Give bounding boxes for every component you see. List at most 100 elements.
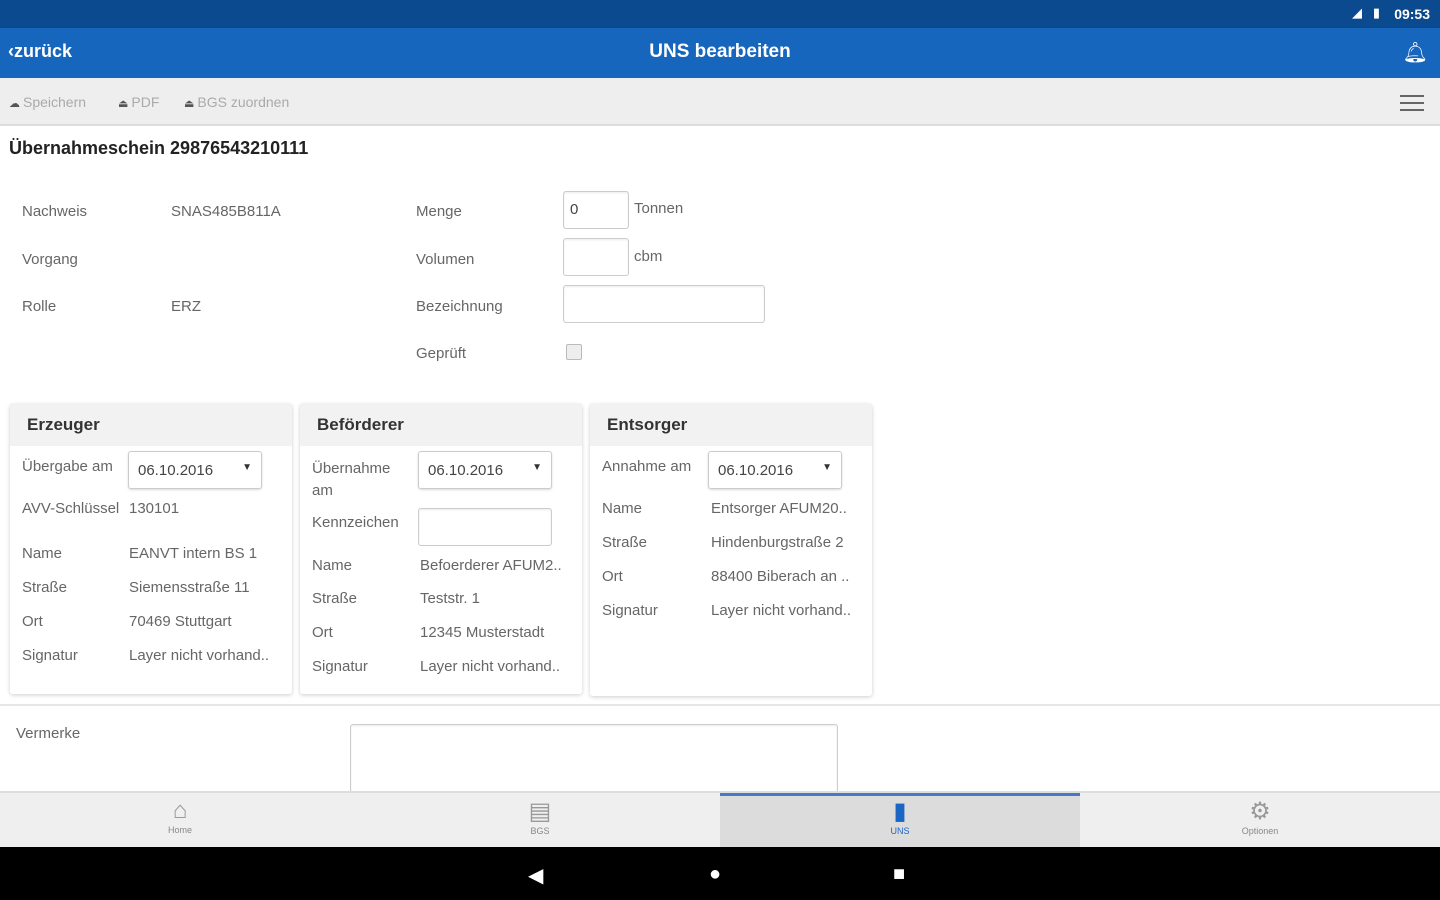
strasse-label: Straße (22, 579, 68, 596)
home-circle-icon[interactable]: ● (709, 863, 721, 886)
gear-icon: ⚙ (1249, 798, 1271, 825)
clock: 09:53 (1394, 6, 1430, 22)
ort-value: 70469 Stuttgart (129, 613, 232, 630)
caret-down-icon: ▼ (532, 462, 542, 473)
signatur-label: Signatur (312, 658, 368, 675)
bgs-assign-button[interactable]: ⏏ BGS zuordnen (184, 94, 289, 110)
strasse-value: Teststr. 1 (420, 590, 481, 607)
bell-icon[interactable]: 🔔︎ (1403, 40, 1428, 65)
pdf-label: PDF (131, 94, 160, 110)
tab-bgs[interactable]: ▤ BGS (360, 793, 720, 849)
menge-input[interactable]: 0 (563, 191, 629, 229)
date-select[interactable]: 06.10.2016 ▼ (418, 451, 552, 489)
volumen-input[interactable] (563, 238, 629, 276)
pdf-button[interactable]: ⏏ PDF (118, 94, 159, 110)
card-title: Erzeuger (10, 404, 292, 446)
signatur-value: Layer nicht vorhand.. (129, 647, 270, 664)
tab-uns[interactable]: ▮ UNS (720, 793, 1080, 849)
name-value: Befoerderer AFUM2.. (420, 557, 562, 574)
avv-label: AVV-Schlüssel (22, 500, 120, 517)
rolle-value: ERZ (171, 298, 201, 315)
date-select[interactable]: 06.10.2016 ▼ (708, 451, 842, 489)
hamburger-menu-icon[interactable] (1400, 95, 1424, 111)
download-icon: ⏏ (118, 98, 129, 110)
date-value: 06.10.2016 (718, 462, 794, 479)
strasse-label: Straße (312, 590, 358, 607)
tab-label: UNS (890, 826, 910, 836)
date-label: Übernahme am (312, 460, 391, 499)
menge-label: Menge (416, 203, 462, 220)
bottom-nav: ⌂ Home ▤ BGS ▮ UNS ⚙ Optionen (0, 791, 1440, 849)
kennzeichen-input[interactable] (418, 508, 552, 546)
entsorger-card: Entsorger Annahme am 06.10.2016 ▼ Name En… (590, 404, 872, 696)
befoerderer-card: Beförderer Übernahme am 06.10.2016 ▼ Kenn… (300, 404, 582, 694)
signatur-value: Layer nicht vorhand.. (711, 602, 852, 619)
menge-unit: Tonnen (634, 200, 684, 217)
geprueft-checkbox[interactable] (566, 344, 582, 360)
signatur-value: Layer nicht vorhand.. (420, 658, 561, 675)
document-icon: ▤ (528, 798, 552, 825)
date-value: 06.10.2016 (138, 462, 214, 479)
bezeichnung-label: Bezeichnung (416, 298, 503, 315)
avv-value: 130101 (129, 500, 180, 517)
tab-label: BGS (530, 826, 550, 836)
tab-optionen[interactable]: ⚙ Optionen (1080, 793, 1440, 849)
volumen-unit: cbm (634, 248, 663, 265)
signatur-label: Signatur (22, 647, 78, 664)
ort-value: 88400 Biberach an .. (711, 568, 850, 585)
recents-square-icon[interactable]: ■ (893, 863, 905, 886)
file-icon: ▮ (893, 798, 907, 825)
battery-icon: ▮ (1372, 5, 1380, 20)
geprueft-label: Geprüft (416, 345, 467, 362)
strasse-value: Siemensstraße 11 (129, 579, 250, 596)
system-nav-bar: ◀ ● ■ (0, 847, 1440, 900)
name-value: Entsorger AFUM20.. (711, 500, 847, 517)
caret-down-icon: ▼ (822, 462, 832, 473)
page-title: UNS bearbeiten (649, 41, 791, 62)
rolle-label: Rolle (22, 298, 57, 315)
strasse-value: Hindenburgstraße 2 (711, 534, 844, 551)
date-value: 06.10.2016 (428, 462, 504, 479)
ort-label: Ort (602, 568, 623, 585)
nachweis-label: Nachweis (22, 203, 88, 220)
date-label: Annahme am (602, 458, 692, 475)
name-label: Name (602, 500, 643, 517)
back-button[interactable]: ‹zurück (8, 41, 72, 62)
signal-icon: ◢ (1352, 5, 1362, 20)
download-icon: ⏏ (184, 98, 195, 110)
ort-value: 12345 Musterstadt (420, 624, 545, 641)
save-button[interactable]: ☁ Speichern (9, 94, 86, 110)
card-title: Beförderer (300, 404, 582, 446)
ort-label: Ort (22, 613, 43, 630)
caret-down-icon: ▼ (242, 462, 252, 473)
signatur-label: Signatur (602, 602, 658, 619)
card-title: Entsorger (590, 404, 872, 446)
name-value: EANVT intern BS 1 (129, 545, 258, 562)
vermerke-label: Vermerke (16, 725, 81, 742)
bezeichnung-input[interactable] (563, 285, 765, 323)
kennzeichen-label: Kennzeichen (312, 514, 399, 531)
status-bar: ◢ ▮ 09:53 (0, 0, 1440, 28)
toolbar: ☁ Speichern ⏏ PDF ⏏ BGS zuordnen (0, 78, 1440, 126)
home-icon: ⌂ (172, 797, 188, 824)
bgs-label: BGS zuordnen (197, 94, 290, 110)
tab-label: Home (167, 825, 192, 835)
app-bar: UNS bearbeiten ‹zurück 🔔︎ (0, 28, 1440, 78)
nachweis-value: SNAS485B811A (171, 203, 281, 220)
date-select[interactable]: 06.10.2016 ▼ (128, 451, 262, 489)
date-label: Übergabe am (22, 458, 113, 475)
tab-home[interactable]: ⌂ Home (0, 793, 360, 849)
vorgang-label: Vorgang (22, 251, 78, 268)
back-triangle-icon[interactable]: ◀ (528, 863, 543, 888)
strasse-label: Straße (602, 534, 648, 551)
document-title: Übernahmeschein 29876543210111 (9, 138, 309, 158)
back-label: zurück (14, 41, 73, 61)
name-label: Name (312, 557, 353, 574)
volumen-label: Volumen (416, 251, 475, 268)
name-label: Name (22, 545, 63, 562)
save-label: Speichern (23, 94, 87, 110)
erzeuger-card: Erzeuger Übergabe am 06.10.2016 ▼ AVV-Sch… (10, 404, 292, 694)
ort-label: Ort (312, 624, 333, 641)
cloud-upload-icon: ☁ (9, 98, 20, 110)
divider (0, 704, 1440, 706)
